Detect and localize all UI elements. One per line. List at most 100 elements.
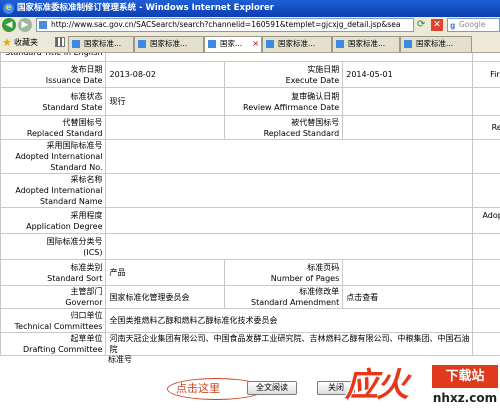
tab-label: 国家标准... — [348, 39, 386, 48]
field-label-cn: 主管部门 — [70, 287, 103, 296]
detail-row: 采标名称 Adopted International Standard Name — [0, 173, 500, 208]
tab-page-icon — [266, 40, 274, 48]
clipped-column — [472, 308, 500, 333]
refresh-icon[interactable]: ⟳ — [417, 19, 429, 31]
full-text-button[interactable]: 全文阅读 — [247, 381, 297, 395]
url-field[interactable]: http://www.sac.gov.cn/SACSearch/search?c… — [36, 18, 414, 32]
detail-row: 归口单位 Technical Committees 全国类推燃料乙醇和燃料乙醇标准化… — [0, 308, 500, 333]
field-label: 采标名称 Adopted International Standard Name — [0, 173, 107, 208]
field-value-text: 河南天冠企业集团有限公司、中国食品发酵工业研究院、吉林燃料乙醇有限公司、中粮集团… — [109, 334, 470, 343]
field-label-en: Replaced Standard — [26, 128, 103, 138]
detail-row: 采用国际标准号 Adopted International Standard No… — [0, 139, 500, 174]
field-label-cn: 采用国际标准号 — [46, 141, 103, 150]
clipped-column — [472, 173, 500, 208]
tab-6[interactable]: 国家标准... — [400, 36, 472, 52]
field-value — [105, 233, 474, 260]
field-value-text: 产品 — [109, 268, 126, 277]
detail-row: 主管部门 Governor 国家标准化管理委员会 标准修改单 Standard Amen… — [0, 285, 500, 309]
search-input[interactable]: g Google — [447, 18, 500, 32]
field-label: 实施日期 Execute Date — [223, 61, 344, 88]
address-bar: ◀ ▶ http://www.sac.gov.cn/SACSearch/sear… — [0, 17, 500, 35]
field-label: 归口单位 Technical Committees — [0, 308, 107, 333]
watermark-logo: 应火 — [345, 365, 409, 404]
tab-page-icon — [138, 40, 146, 48]
field-label: 起草单位 Drafting Committee — [0, 332, 107, 356]
field-label-en: Standard Title in English — [4, 53, 102, 58]
tab-page-icon — [404, 40, 412, 48]
field-value-text[interactable]: 2014-05-01 — [346, 70, 393, 79]
field-label: Standard Title in English — [0, 53, 107, 62]
clipped-column: First Is — [472, 61, 500, 88]
field-label-cn: 采标名称 — [70, 175, 103, 184]
field-label-en: Drafting Committee — [23, 345, 103, 354]
field-value: 产品 — [105, 259, 225, 286]
field-label-en: Technical Committees — [14, 321, 103, 331]
tab-label: 国家标准... — [278, 39, 316, 48]
field-label: 代替国标号 Replaced Standard — [0, 115, 107, 140]
detail-row: 国际标准分类号(ICS) 中 — [0, 233, 500, 260]
detail-row: 标准状态 Standard State 现行 复审确认日期 Review Affirma… — [0, 87, 500, 116]
forward-button[interactable]: ▶ — [18, 18, 32, 32]
window-title-bar: e 国家标准委标准制修订管理系统 - Windows Internet Explo… — [0, 0, 500, 17]
detail-row: 采用程度Application Degree Adopted In — [0, 207, 500, 234]
field-label-en: Execute Date — [285, 75, 340, 85]
field-value: 河南天冠企业集团有限公司、中国食品发酵工业研究院、吉林燃料乙醇有限公司、中粮集团… — [105, 332, 474, 356]
field-label: 采用程度 Application Degree — [0, 207, 107, 234]
field-label-cn: 归口单位 — [70, 310, 103, 320]
tab-bar: ★ 收藏夹 国家标准... 国家标准... 国家... × 国家标准... 国家… — [0, 34, 500, 53]
tab-page-icon — [336, 40, 344, 48]
tab-1[interactable]: 国家标准... — [68, 36, 134, 52]
field-label-cn: 复审确认日期 — [291, 91, 340, 101]
clipped-text: First Is — [490, 70, 500, 79]
google-icon: g — [450, 21, 456, 30]
drafting-continuation: 院 — [109, 345, 118, 354]
tab-close-icon[interactable]: × — [252, 37, 259, 51]
field-label-en: Standard Sort — [47, 273, 103, 283]
field-value-text[interactable]: 点击查看 — [346, 293, 378, 302]
clipped-column — [472, 139, 500, 174]
field-label: 主管部门 Governor — [0, 285, 107, 309]
field-label: 被代替国标号 Replaced Standard — [223, 115, 344, 140]
field-value — [105, 173, 474, 208]
field-value: 全国类推燃料乙醇和燃料乙醇标准化技术委员会 — [105, 308, 474, 333]
clipped-column — [472, 285, 500, 309]
tab-label: 国家标准... — [84, 39, 122, 48]
tab-5[interactable]: 国家标准... — [332, 36, 400, 52]
back-button[interactable]: ◀ — [2, 18, 16, 32]
field-label-en: Adopted International Standard No. — [15, 152, 103, 172]
field-label-cn: 标准状态 — [70, 91, 103, 101]
tab-3-active[interactable]: 国家... × — [204, 36, 262, 52]
field-value-text: 国家标准化管理委员会 — [109, 292, 190, 302]
window-title: 国家标准委标准制修订管理系统 - Windows Internet Explor… — [17, 3, 274, 13]
clipped-column: Revok — [472, 115, 500, 140]
tab-label: 国家... — [220, 39, 243, 48]
field-value — [105, 139, 474, 174]
field-label-cn: 标准类别 — [70, 262, 103, 272]
field-value: 点击查看 — [342, 285, 474, 309]
field-value — [105, 53, 474, 62]
field-label-cn: 标准页码 — [307, 262, 340, 272]
field-value-text: 全国类推燃料乙醇和燃料乙醇标准化技术委员会 — [109, 316, 278, 325]
quick-tabs-icon[interactable] — [55, 37, 65, 47]
clipped-column — [472, 332, 500, 356]
tab-label: 国家标准... — [150, 39, 188, 48]
field-label-en: Number of Pages — [270, 273, 340, 283]
tab-4[interactable]: 国家标准... — [262, 36, 332, 52]
detail-row: 标准类别 Standard Sort 产品 标准页码 Number of Pages — [0, 259, 500, 286]
clipped-text: Revok — [491, 123, 500, 132]
field-label-cn: 被代替国标号 — [291, 117, 340, 127]
detail-row: 代替国标号 Replaced Standard 被代替国标号 Replaced Sta… — [0, 115, 500, 140]
tab-page-icon — [72, 40, 80, 48]
field-label-cn: 代替国标号 — [62, 117, 103, 127]
field-value: 2014-05-01 — [342, 61, 474, 88]
favorites-label[interactable]: 收藏夹 — [14, 37, 38, 49]
field-value-text: 2013-08-02 — [109, 70, 156, 79]
url-text: http://www.sac.gov.cn/SACSearch/search?c… — [51, 20, 401, 29]
field-value — [342, 87, 474, 116]
field-label-cn: 发布日期 — [70, 64, 103, 74]
field-label: 国际标准分类号 (ICS) — [0, 233, 107, 260]
tab-2[interactable]: 国家标准... — [134, 36, 204, 52]
favorites-star-icon[interactable]: ★ — [2, 36, 12, 49]
field-label-en: (ICS) — [83, 247, 103, 257]
stop-icon[interactable]: ✕ — [431, 19, 443, 31]
